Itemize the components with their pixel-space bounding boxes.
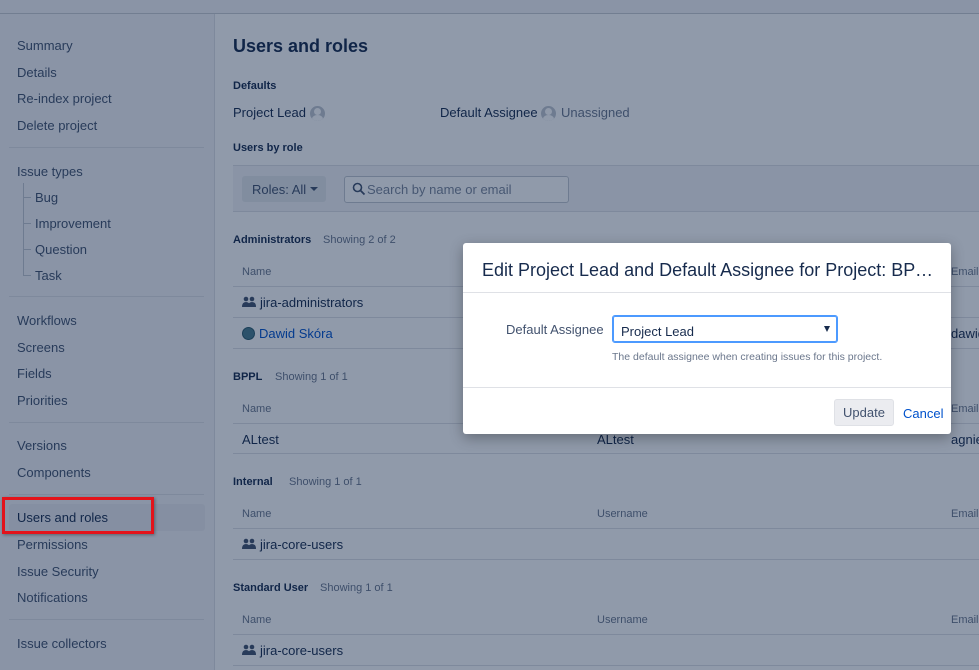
dialog-title: Edit Project Lead and Default Assignee f…	[482, 260, 934, 280]
update-button[interactable]: Update	[834, 399, 894, 426]
dialog-divider	[463, 292, 951, 293]
default-assignee-selected-value: Project Lead	[621, 324, 694, 339]
default-assignee-help-text: The default assignee when creating issue…	[612, 351, 883, 363]
default-assignee-select[interactable]: Project Lead	[612, 315, 838, 343]
dialog-divider	[463, 387, 951, 388]
default-assignee-field-label: Default Assignee	[506, 322, 604, 337]
highlight-annotation	[2, 497, 154, 534]
cancel-link[interactable]: Cancel	[903, 406, 943, 421]
edit-project-lead-dialog: Edit Project Lead and Default Assignee f…	[463, 243, 951, 434]
dropdown-arrow-icon	[824, 326, 830, 332]
